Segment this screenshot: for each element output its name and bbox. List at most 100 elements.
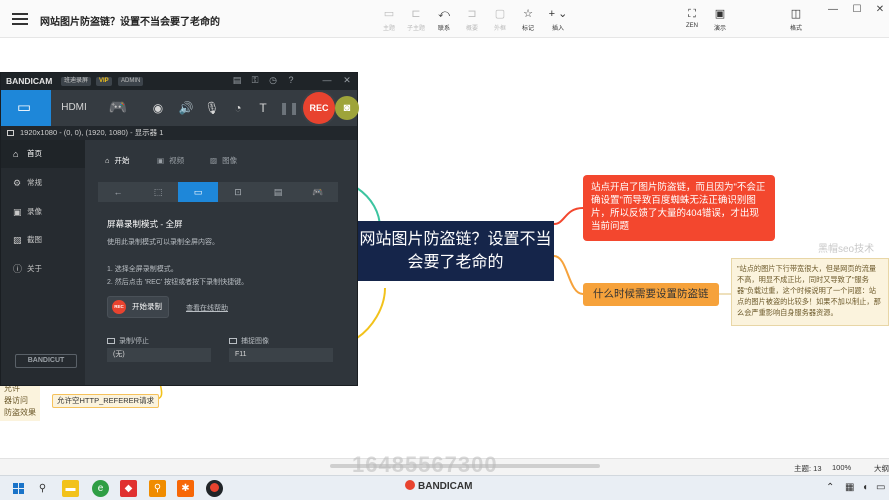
bandicam-window: BANDICAM 班迪录屏 VIP ADMIN ▤ ⚿ ◷ ? — ✕ ▭ HD…: [0, 72, 359, 386]
sidebar-item-home[interactable]: ⌂ 首页: [1, 140, 85, 168]
note-box[interactable]: "站点的图片下行带宽很大，但是网页的流量不高，明显不成正比，同时又导致了"服务器…: [731, 258, 889, 326]
toolbar-insert-button[interactable]: + ⌄ 插入: [541, 7, 575, 35]
left-fragment-line: 器访问: [4, 396, 28, 405]
record-dot-icon: [210, 483, 219, 492]
watermark-text: 黑帽seo技术: [818, 244, 875, 255]
app-red-icon[interactable]: ◆: [120, 480, 137, 497]
sidebar-item-general[interactable]: ⚙ 常规: [1, 169, 85, 197]
sidebar-item-image[interactable]: ▨ 截图: [1, 226, 85, 254]
maximize-icon[interactable]: ☐: [850, 4, 864, 15]
minimize-icon[interactable]: —: [321, 75, 333, 85]
gamepad-icon: 🎮: [108, 99, 128, 116]
gamepad-icon[interactable]: 🎮: [298, 182, 338, 202]
gear-icon: ⚙: [13, 178, 22, 188]
instruction-step-2: 2. 然后点击 'REC' 按钮或者按下录制快捷键。: [107, 279, 249, 286]
close-icon[interactable]: ✕: [341, 75, 353, 86]
tab-video[interactable]: ▣ 视频: [157, 155, 184, 166]
bandicam-name-tag: 班迪录屏: [61, 77, 92, 86]
mode-description: 使用此录制模式可以录制全屏内容。: [107, 239, 219, 246]
hdmi-label: HDMI: [61, 102, 87, 113]
topic-left[interactable]: 允许空HTTP_REFERER请求: [52, 394, 160, 408]
connector-red: [553, 207, 584, 225]
rec-icon: REC: [112, 300, 126, 314]
tab-image[interactable]: ▨ 图像: [210, 155, 237, 166]
bandicam-content: ⌂ 开始 ▣ 视频 ▨ 图像 ← ⬚ ▭ ⊡ ▤ 🎮 屏幕录制模式 - 全屏 使用此录…: [85, 140, 357, 385]
home-icon: ⌂: [13, 149, 19, 159]
zoom-level[interactable]: 100%: [832, 463, 851, 472]
bandicam-sidebar: ⌂ 首页 ⚙ 常规 ▣ 录像 ▨ 截图 ⓘ 关于: [1, 140, 85, 385]
search-icon[interactable]: ⚲: [34, 480, 51, 497]
speaker-icon[interactable]: 🔊: [174, 90, 198, 126]
topic-orange[interactable]: 什么时候需要设置防盗链: [583, 283, 719, 306]
device-icon[interactable]: ▤: [258, 182, 298, 202]
video-icon: ▣: [13, 207, 22, 217]
central-topic[interactable]: 网站图片防盗链？设置不当会要了老命的: [357, 221, 554, 281]
toolbar-format-button[interactable]: ◫ 格式: [779, 7, 813, 35]
device-mode-button[interactable]: HDMI: [51, 90, 97, 126]
pause-icon[interactable]: ❚❚: [277, 90, 301, 126]
folder-icon[interactable]: ▤: [231, 75, 243, 86]
tab-start[interactable]: ⌂ 开始: [105, 155, 130, 166]
vip-badge: VIP: [96, 77, 112, 86]
screen-area-icon: [7, 130, 14, 136]
bandicam-task-icon[interactable]: [206, 480, 223, 497]
toolbar-present-button[interactable]: ▣ 演示: [703, 7, 737, 35]
mouse-effect-icon[interactable]: ◔: [226, 90, 250, 126]
star-icon: ☆: [523, 8, 533, 20]
lock-icon[interactable]: ⚿: [249, 75, 261, 86]
fullscreen-mode-icon[interactable]: ▭: [178, 182, 218, 202]
close-icon[interactable]: ✕: [873, 4, 887, 15]
volume-icon[interactable]: ◖: [862, 482, 868, 493]
outline-toggle[interactable]: 大纲: [874, 463, 889, 474]
notification-icon[interactable]: ▭: [876, 482, 885, 493]
minimize-icon[interactable]: —: [826, 4, 840, 15]
topic-red[interactable]: 站点开启了图片防盗链，而且因为"不会正确设置"而导致百度蜘蛛无法正确识别图片，所…: [583, 175, 775, 241]
windows-start-icon[interactable]: [13, 483, 24, 494]
webcam-icon[interactable]: ◉: [146, 90, 170, 126]
microphone-icon[interactable]: 🎙: [200, 90, 224, 126]
screenshot-camera-button[interactable]: ◙: [335, 96, 359, 120]
document-title: 网站图片防盗链？设置不当会要了老命的: [40, 17, 220, 28]
online-help-link[interactable]: 查看在线帮助: [186, 303, 228, 313]
network-icon[interactable]: ▦: [845, 482, 854, 493]
xmind-icon[interactable]: ✱: [177, 480, 194, 497]
game-mode-button[interactable]: 🎮: [95, 90, 141, 126]
camera-icon: ◙: [343, 102, 351, 114]
toolbar-marker-button[interactable]: ☆ 标记: [511, 7, 545, 35]
help-icon[interactable]: ?: [285, 75, 297, 85]
mode-heading: 屏幕录制模式 - 全屏: [107, 219, 183, 229]
bandicam-titlebar: BANDICAM 班迪录屏 VIP ADMIN ▤ ⚿ ◷ ? — ✕: [1, 73, 357, 90]
image-icon: ▨: [13, 235, 22, 245]
connector-orange: [553, 255, 584, 295]
hotkey-capture-field[interactable]: F11: [229, 348, 333, 362]
tray-chevron-icon[interactable]: ⌃: [826, 482, 834, 493]
screen-mode-button[interactable]: ▭: [1, 90, 47, 126]
image-icon: ▨: [210, 156, 218, 165]
plus-icon: + ⌄: [548, 8, 568, 20]
menu-icon[interactable]: [12, 13, 28, 25]
capture-mode-toolbar: ← ⬚ ▭ ⊡ ▤ 🎮: [98, 182, 338, 202]
text-overlay-icon[interactable]: T: [251, 90, 275, 126]
back-arrow-icon[interactable]: ←: [98, 182, 138, 202]
clock-icon[interactable]: ◷: [267, 75, 279, 86]
hotkey-record-field[interactable]: (无): [107, 348, 211, 362]
browser-icon[interactable]: e: [92, 480, 109, 497]
cursor-area-icon[interactable]: ⊡: [218, 182, 258, 202]
home-icon: ⌂: [105, 156, 110, 165]
sidebar-item-about[interactable]: ⓘ 关于: [1, 255, 85, 283]
start-recording-button[interactable]: REC 开始录制: [107, 296, 169, 318]
film-icon: ▣: [157, 156, 165, 165]
info-icon: ⓘ: [13, 264, 23, 274]
search-app-icon[interactable]: ⚲: [149, 480, 166, 497]
bandicut-button[interactable]: BANDICUT: [15, 354, 77, 368]
resolution-bar[interactable]: 1920x1080 - (0, 0), (1920, 1080) - 显示器 1: [1, 126, 357, 140]
keyboard-icon: [107, 338, 115, 344]
sidebar-item-video[interactable]: ▣ 录像: [1, 198, 85, 226]
file-explorer-icon[interactable]: ▬: [62, 480, 79, 497]
hotkey-capture-label: 捕捉图像: [229, 336, 269, 346]
connector-yellow: [356, 287, 386, 339]
rec-button[interactable]: REC: [303, 92, 335, 124]
region-select-icon[interactable]: ⬚: [138, 182, 178, 202]
left-topic-fragment[interactable]: 允许 器访问 防盗效果: [0, 383, 40, 421]
bandicam-watermark: BANDICAM: [405, 480, 472, 492]
